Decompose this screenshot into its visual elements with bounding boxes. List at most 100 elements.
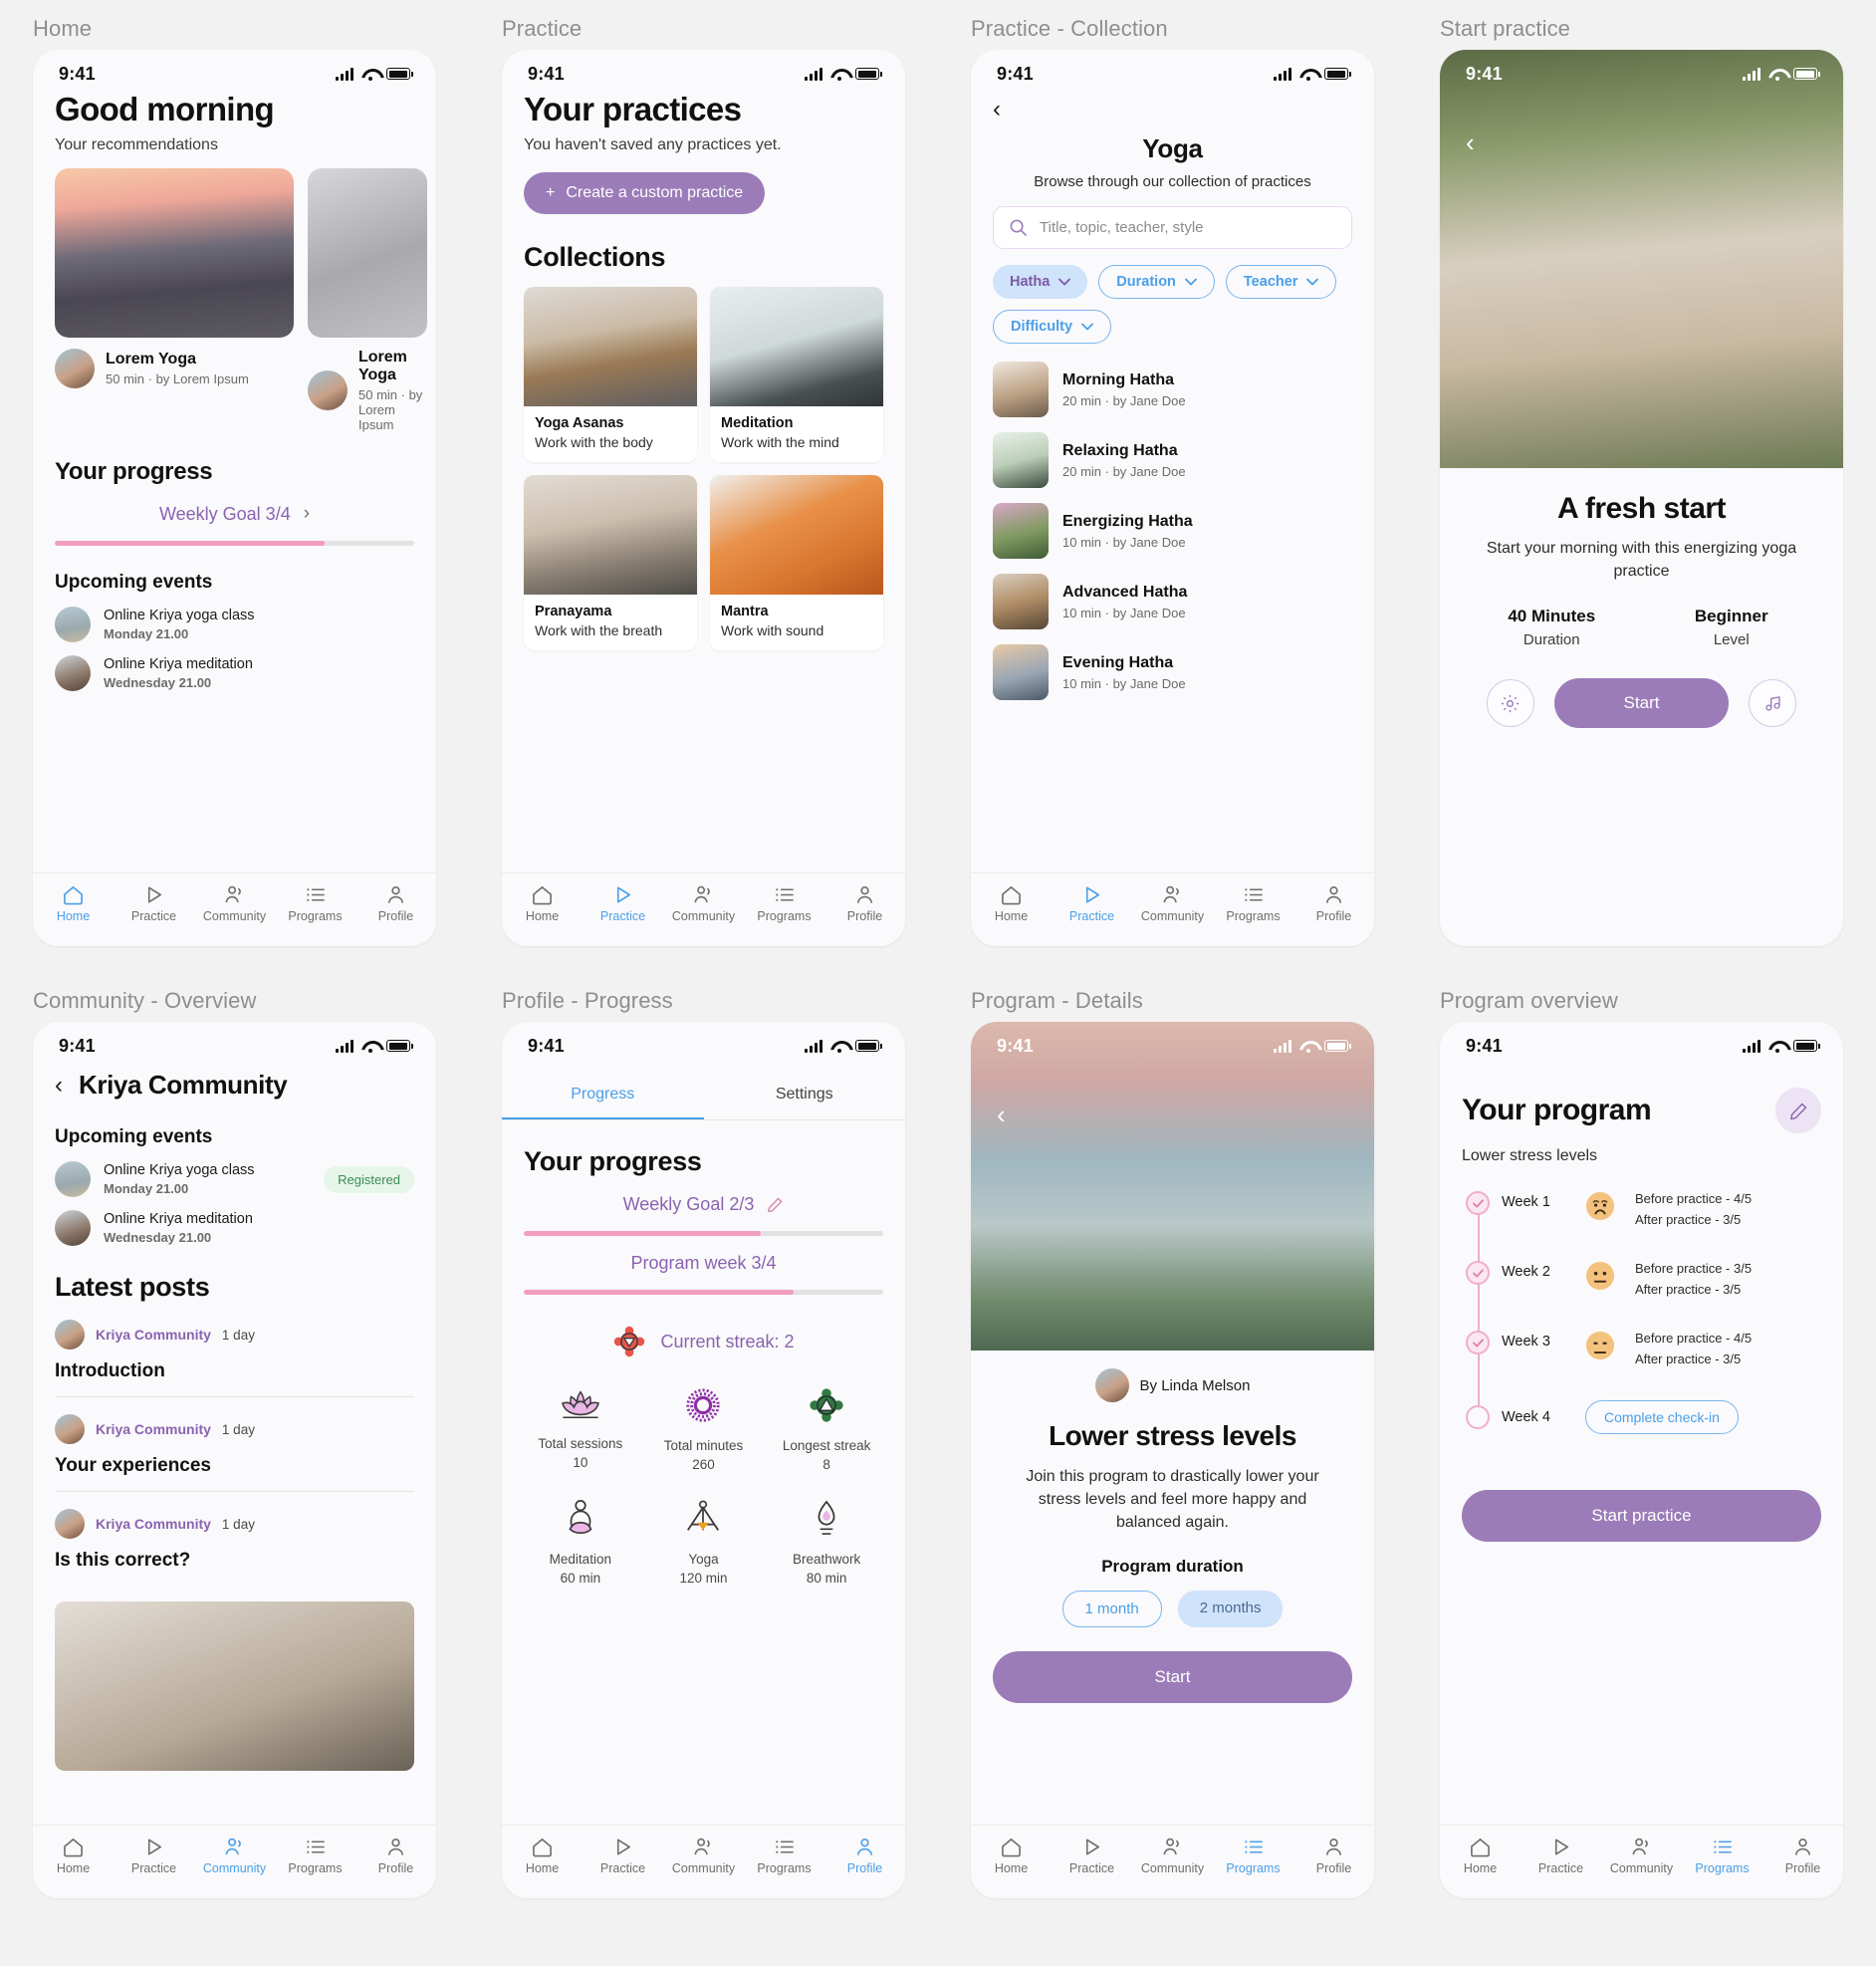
recommendation-card[interactable]: Lorem Yoga 50 min · by Lorem Ipsum — [308, 168, 427, 432]
nav-item-programs[interactable]: Programs — [1682, 1837, 1762, 1875]
collection-card[interactable]: Meditation Work with the mind — [710, 287, 883, 463]
lotus-icon — [561, 1390, 599, 1419]
recommendations-carousel[interactable]: Lorem Yoga 50 min · by Lorem Ipsum Lorem… — [55, 168, 427, 432]
nav-item-home[interactable]: Home — [33, 1837, 114, 1875]
nav-item-home[interactable]: Home — [502, 884, 583, 923]
nav-item-community[interactable]: Community — [663, 884, 744, 923]
collection-card[interactable]: Pranayama Work with the breath — [524, 475, 697, 651]
nav-item-community[interactable]: Community — [1601, 1837, 1682, 1875]
bottom-navigation[interactable]: Home Practice Community Programs Profile — [502, 872, 905, 946]
nav-item-profile[interactable]: Profile — [1293, 884, 1374, 923]
nav-item-home[interactable]: Home — [33, 884, 114, 923]
status-bar: 9:41 — [502, 50, 905, 92]
bottom-navigation[interactable]: Home Practice Community Programs Profile — [971, 872, 1374, 946]
collection-body: ‹ Yoga Browse through our collection of … — [971, 92, 1374, 872]
timeline-week-row[interactable]: Week 1 Before practice - 4/5 After pract… — [1466, 1191, 1821, 1227]
back-button[interactable]: ‹ — [997, 1102, 1006, 1127]
nav-item-home[interactable]: Home — [971, 884, 1052, 923]
timeline-week-label: Week 2 — [1502, 1264, 1550, 1280]
post-item[interactable]: Kriya Community 1 day Your experiences — [55, 1414, 414, 1492]
bottom-navigation[interactable]: Home Practice Community Programs Profile — [33, 1825, 436, 1898]
timeline-week-row[interactable]: Week 4 Complete check-in — [1466, 1400, 1821, 1434]
weekly-goal-row[interactable]: Weekly Goal 2/3 — [524, 1194, 883, 1215]
mood-emoji-slight-frown — [1585, 1331, 1615, 1360]
nav-item-home[interactable]: Home — [971, 1837, 1052, 1875]
practice-row[interactable]: Relaxing Hatha 20 min · by Jane Doe — [993, 432, 1352, 488]
bottom-navigation[interactable]: Home Practice Community Programs Profile — [33, 872, 436, 946]
nav-item-programs[interactable]: Programs — [275, 1837, 355, 1875]
start-button[interactable]: Start — [993, 1650, 1352, 1703]
nav-item-profile[interactable]: Profile — [824, 884, 905, 923]
nav-item-programs[interactable]: Programs — [275, 884, 355, 923]
create-custom-practice-button[interactable]: + Create a custom practice — [524, 172, 766, 215]
filter-chip-duration[interactable]: Duration — [1098, 265, 1215, 299]
post-item[interactable]: Kriya Community 1 day Introduction — [55, 1320, 414, 1397]
nav-item-community[interactable]: Community — [194, 884, 275, 923]
filter-chip-teacher[interactable]: Teacher — [1225, 265, 1337, 299]
settings-button[interactable] — [1486, 679, 1534, 728]
recommendation-card[interactable]: Lorem Yoga 50 min · by Lorem Ipsum — [55, 168, 294, 432]
event-item[interactable]: Online Kriya meditation Wednesday 21.00 — [55, 655, 414, 692]
phone-practice: 9:41 Your practices You haven't saved an… — [502, 50, 905, 946]
edit-program-button[interactable] — [1775, 1088, 1821, 1133]
complete-checkin-button[interactable]: Complete check-in — [1585, 1400, 1739, 1434]
search-input[interactable]: Title, topic, teacher, style — [993, 206, 1352, 249]
nav-item-home[interactable]: Home — [1440, 1837, 1521, 1875]
nav-item-practice[interactable]: Practice — [583, 884, 663, 923]
nav-item-programs[interactable]: Programs — [744, 884, 824, 923]
status-icons — [805, 67, 882, 81]
tab-settings[interactable]: Settings — [704, 1072, 906, 1119]
event-item[interactable]: Online Kriya yoga class Monday 21.00 Reg… — [55, 1161, 414, 1197]
bottom-navigation[interactable]: Home Practice Community Programs Profile — [1440, 1825, 1843, 1898]
nav-item-programs[interactable]: Programs — [744, 1837, 824, 1875]
post-item[interactable]: Kriya Community 1 day Is this correct? — [55, 1509, 414, 1771]
nav-item-practice[interactable]: Practice — [1052, 1837, 1132, 1875]
timeline-week-row[interactable]: Week 3 Before practice - 4/5 After pract… — [1466, 1331, 1821, 1366]
start-button[interactable]: Start — [1553, 678, 1730, 729]
nav-item-programs[interactable]: Programs — [1213, 1837, 1293, 1875]
nav-item-profile[interactable]: Profile — [1762, 1837, 1843, 1875]
practice-row[interactable]: Advanced Hatha 10 min · by Jane Doe — [993, 574, 1352, 629]
nav-item-community[interactable]: Community — [1132, 1837, 1213, 1875]
bottom-navigation[interactable]: Home Practice Community Programs Profile — [971, 1825, 1374, 1898]
practice-row[interactable]: Morning Hatha 20 min · by Jane Doe — [993, 362, 1352, 417]
nav-item-practice[interactable]: Practice — [114, 1837, 194, 1875]
nav-item-home[interactable]: Home — [502, 1837, 583, 1875]
back-button[interactable]: ‹ — [55, 1072, 63, 1100]
duration-option-1-month[interactable]: 1 month — [1061, 1590, 1162, 1627]
filter-chip-hatha[interactable]: Hatha — [993, 265, 1088, 299]
status-icons — [1274, 67, 1351, 81]
nav-item-profile[interactable]: Profile — [824, 1837, 905, 1875]
nav-item-practice[interactable]: Practice — [114, 884, 194, 923]
collection-card[interactable]: Yoga Asanas Work with the body — [524, 287, 697, 463]
duration-options: 1 month 2 months — [993, 1590, 1352, 1627]
bottom-navigation[interactable]: Home Practice Community Programs Profile — [502, 1825, 905, 1898]
music-button[interactable] — [1749, 679, 1797, 728]
profile-tabs[interactable]: Progress Settings — [502, 1072, 905, 1120]
duration-option-2-months[interactable]: 2 months — [1177, 1590, 1284, 1627]
screen-program-overview: Program overview 9:41 Your program Lower… — [1407, 972, 1876, 1944]
filter-chip-difficulty[interactable]: Difficulty — [993, 310, 1112, 344]
nav-item-profile[interactable]: Profile — [355, 1837, 436, 1875]
collection-card[interactable]: Mantra Work with sound — [710, 475, 883, 651]
timeline-week-row[interactable]: Week 2 Before practice - 3/5 After pract… — [1466, 1261, 1821, 1297]
weekly-goal-row[interactable]: Weekly Goal 3/4 › — [55, 503, 414, 525]
nav-item-profile[interactable]: Profile — [1293, 1837, 1374, 1875]
back-button[interactable]: ‹ — [993, 96, 1352, 123]
nav-item-programs[interactable]: Programs — [1213, 884, 1293, 923]
practice-row[interactable]: Evening Hatha 10 min · by Jane Doe — [993, 644, 1352, 700]
nav-item-profile[interactable]: Profile — [355, 884, 436, 923]
nav-item-practice[interactable]: Practice — [583, 1837, 663, 1875]
nav-item-community[interactable]: Community — [1132, 884, 1213, 923]
start-practice-button[interactable]: Start practice — [1462, 1490, 1821, 1542]
nav-item-community[interactable]: Community — [194, 1837, 275, 1875]
nav-item-community[interactable]: Community — [663, 1837, 744, 1875]
program-week-row[interactable]: Program week 3/4 — [524, 1253, 883, 1274]
event-item[interactable]: Online Kriya yoga class Monday 21.00 — [55, 607, 414, 643]
tab-progress[interactable]: Progress — [502, 1072, 704, 1119]
event-item[interactable]: Online Kriya meditation Wednesday 21.00 — [55, 1210, 414, 1246]
practice-row[interactable]: Energizing Hatha 10 min · by Jane Doe — [993, 503, 1352, 559]
back-button[interactable]: ‹ — [1466, 129, 1475, 155]
nav-item-practice[interactable]: Practice — [1521, 1837, 1601, 1875]
nav-item-practice[interactable]: Practice — [1052, 884, 1132, 923]
